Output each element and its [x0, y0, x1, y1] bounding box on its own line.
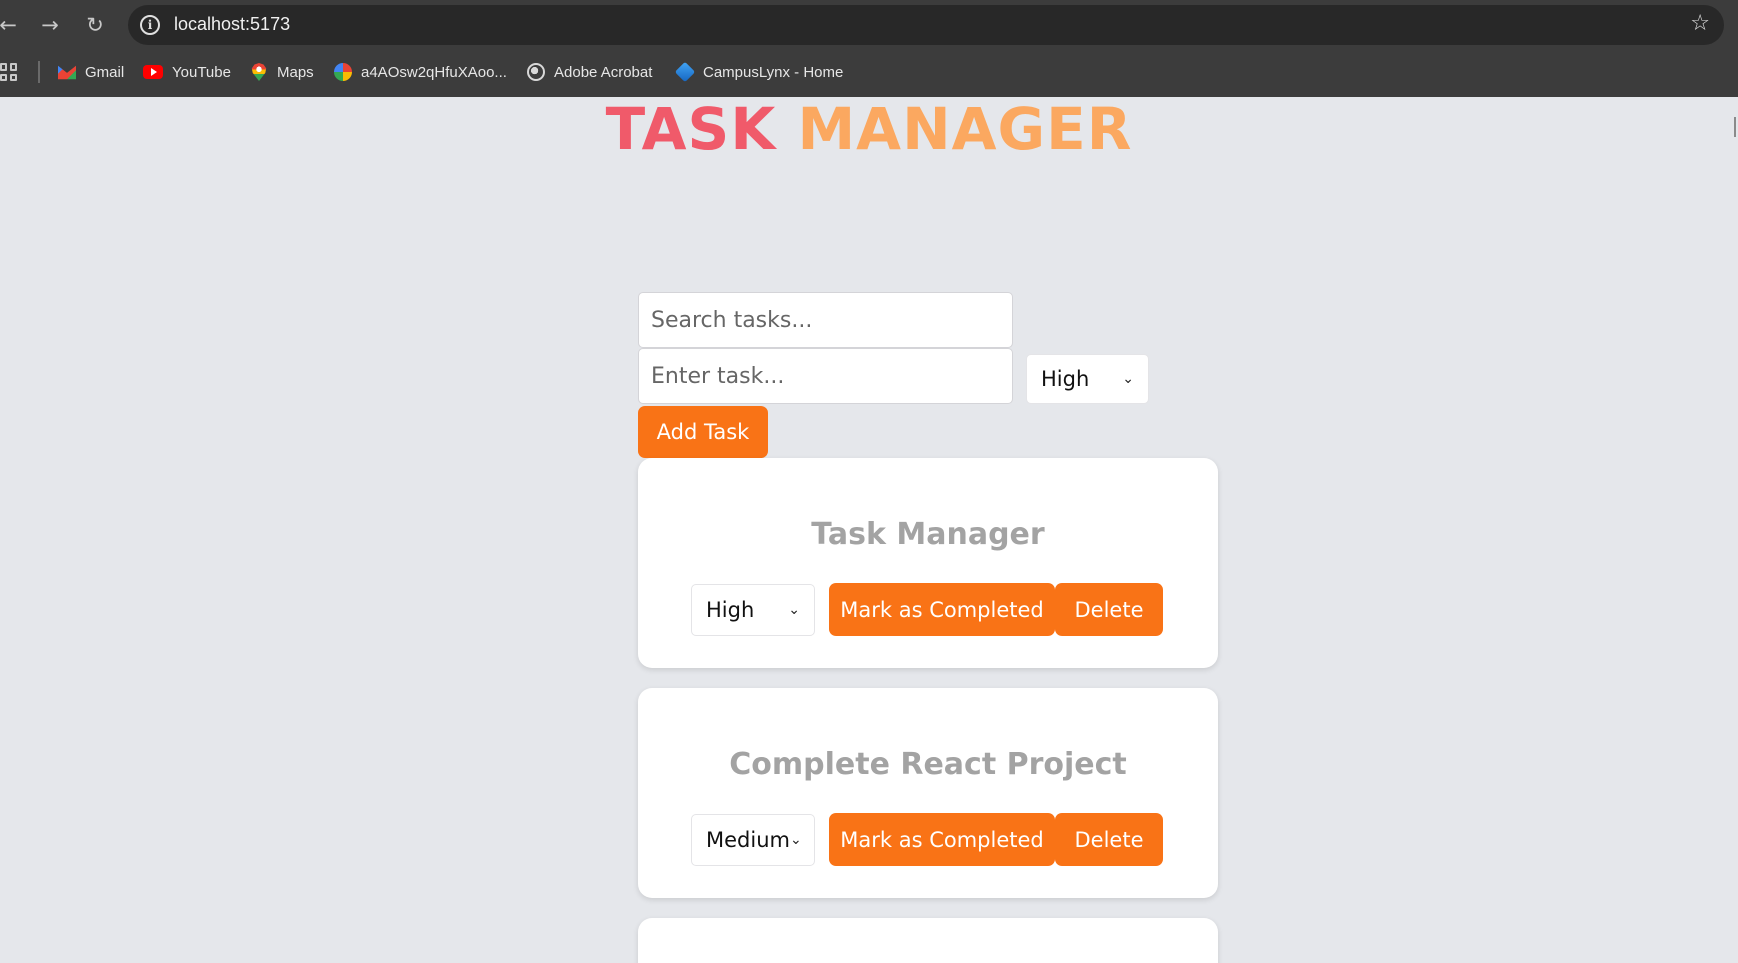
back-icon[interactable]: ←: [0, 9, 24, 41]
chevron-down-icon: ⌄: [1122, 371, 1134, 387]
bookmark-photos[interactable]: a4AOsw2qHfuXAoo...: [334, 59, 507, 85]
mark-completed-button[interactable]: Mark as Completed: [829, 583, 1055, 636]
title-word-task: TASK: [605, 95, 777, 163]
browser-chrome: ← → ↻ i localhost:5173 ☆ Gmail YouTube M…: [0, 0, 1738, 137]
search-input[interactable]: [638, 292, 1013, 348]
bookmark-campuslynx[interactable]: CampusLynx - Home: [674, 59, 844, 85]
task-input[interactable]: [638, 348, 1013, 404]
address-bar[interactable]: i localhost:5173 ☆: [128, 5, 1724, 45]
add-task-button[interactable]: Add Task: [638, 406, 768, 458]
task-title: Complete React Project: [729, 747, 1127, 782]
url-text[interactable]: localhost:5173: [174, 14, 290, 35]
reload-icon[interactable]: ↻: [79, 9, 111, 41]
task-priority-value: Medium: [706, 828, 790, 852]
campuslynx-icon: [674, 61, 696, 83]
bookmark-gmail[interactable]: Gmail: [58, 59, 124, 85]
youtube-icon: [143, 65, 163, 79]
forward-icon[interactable]: →: [34, 9, 66, 41]
task-card: Complete React Project Medium ⌄ Mark as …: [638, 688, 1218, 898]
bookmark-maps[interactable]: Maps: [250, 59, 314, 85]
bookmark-label: CampusLynx - Home: [703, 63, 844, 81]
bookmark-label: Maps: [277, 63, 314, 81]
bookmarks-bar: Gmail YouTube Maps a4AOsw2qHfuXAoo... Ad…: [0, 55, 1738, 137]
photos-icon: [334, 63, 352, 81]
bookmark-youtube[interactable]: YouTube: [143, 59, 231, 85]
task-card: Task Manager High ⌄ Mark as Completed De…: [638, 458, 1218, 668]
task-priority-value: High: [706, 598, 755, 622]
mark-completed-button[interactable]: Mark as Completed: [829, 813, 1055, 866]
globe-icon: [527, 63, 545, 81]
bookmark-adobe-acrobat[interactable]: Adobe Acrobat: [527, 59, 652, 85]
page-title: TASK MANAGER: [0, 95, 1738, 163]
gmail-icon: [58, 65, 76, 80]
priority-select-value: High: [1041, 367, 1090, 391]
task-priority-select[interactable]: High ⌄: [691, 584, 815, 636]
bookmark-label: Gmail: [85, 63, 125, 81]
bookmark-label: Adobe Acrobat: [554, 63, 653, 81]
apps-grid-icon[interactable]: [0, 63, 18, 81]
delete-button[interactable]: Delete: [1055, 813, 1163, 866]
bookmarks-divider: [38, 61, 40, 83]
priority-select[interactable]: High ⌄: [1026, 354, 1149, 404]
bookmark-label: a4AOsw2qHfuXAoo...: [361, 63, 507, 81]
task-title: Task Manager: [811, 517, 1045, 552]
bookmark-label: YouTube: [172, 63, 231, 81]
bookmark-star-icon[interactable]: ☆: [1690, 11, 1710, 36]
site-info-icon[interactable]: i: [140, 15, 160, 35]
title-word-manager: MANAGER: [797, 95, 1133, 163]
delete-button[interactable]: Delete: [1055, 583, 1163, 636]
chevron-down-icon: ⌄: [788, 602, 800, 618]
chevron-down-icon: ⌄: [789, 832, 802, 848]
task-card: [638, 918, 1218, 963]
task-priority-select[interactable]: Medium ⌄: [691, 814, 815, 866]
maps-icon: [251, 63, 267, 81]
